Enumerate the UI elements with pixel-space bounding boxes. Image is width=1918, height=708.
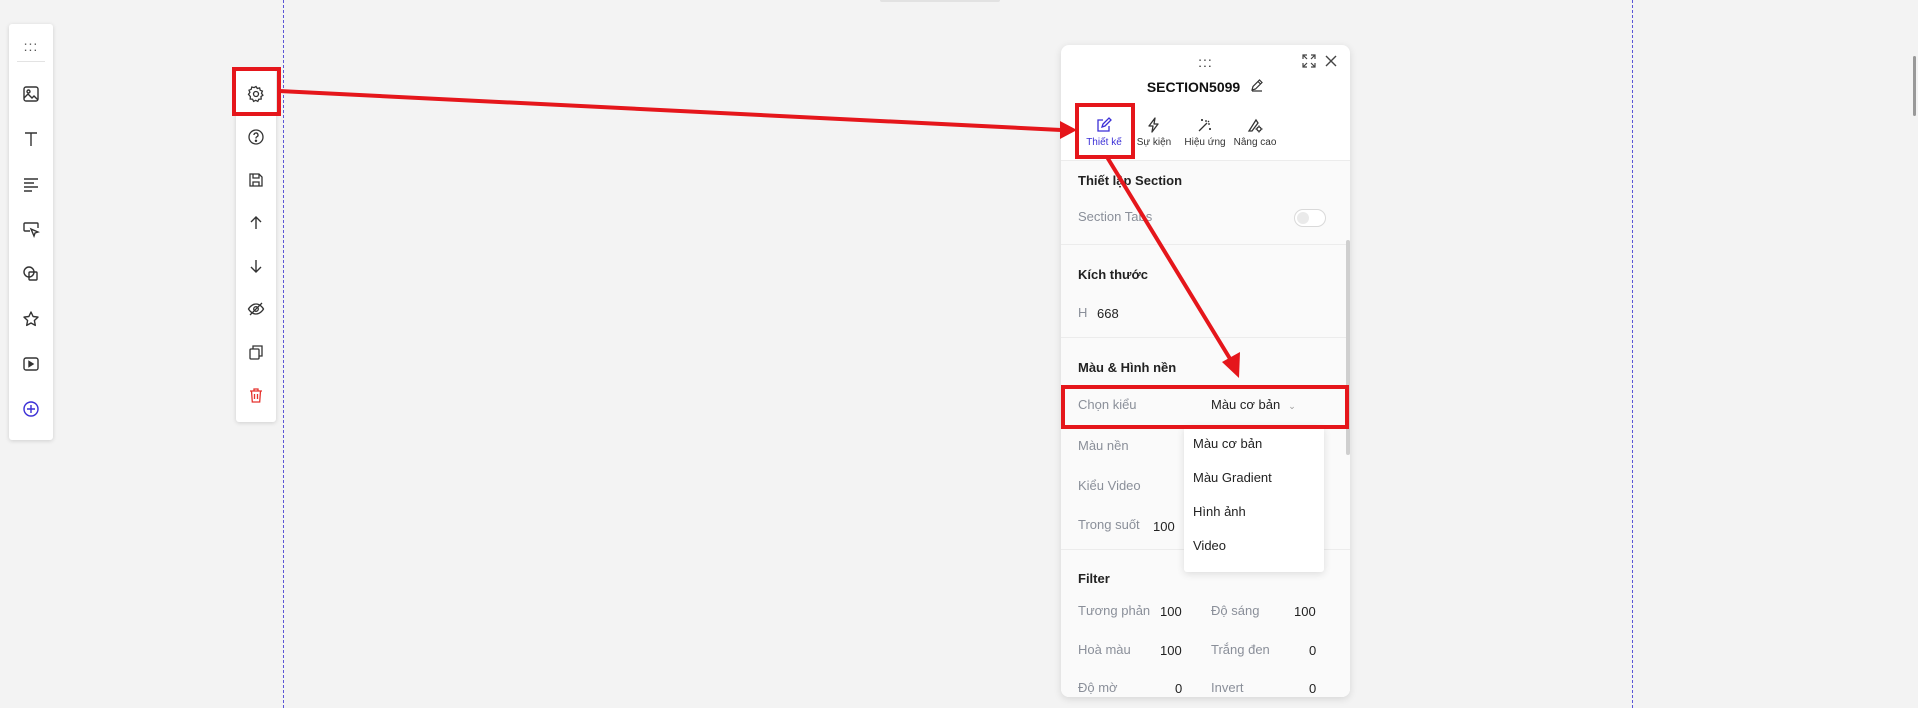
contrast-input[interactable]: 100 [1160, 604, 1182, 619]
tab-effects[interactable]: Hiệu ứng [1180, 111, 1230, 148]
type-dropdown-menu: Màu cơ bản Màu Gradient Hình ảnh Video [1184, 426, 1324, 572]
trash-icon[interactable] [244, 383, 268, 407]
copy-icon[interactable] [244, 340, 268, 364]
brightness-input[interactable]: 100 [1294, 604, 1316, 619]
annotation-overlay [232, 67, 1349, 429]
page-scrollbar[interactable] [1913, 56, 1916, 116]
section-setup-title: Thiết lập Section [1078, 173, 1183, 188]
grayscale-input[interactable]: 0 [1309, 643, 1316, 658]
type-select-value: Màu cơ bản [1211, 397, 1281, 412]
grayscale-label: Trắng đen [1211, 642, 1270, 657]
contrast-label: Tương phản [1078, 603, 1151, 618]
section-settings-panel: ::: SECTION5099 Thiết kế Sự kiện Hiệu ứn… [1061, 45, 1350, 697]
tab-events[interactable]: Sự kiện [1129, 111, 1179, 148]
shapes-icon[interactable] [19, 262, 43, 286]
filter-title: Filter [1078, 571, 1110, 586]
type-select[interactable]: Màu cơ bản ⌄ [1211, 397, 1296, 412]
gear-icon[interactable] [244, 82, 268, 106]
help-icon[interactable] [244, 125, 268, 149]
text-icon[interactable] [19, 127, 43, 151]
toolbar-drag-handle[interactable]: ::: [9, 38, 53, 54]
chevron-down-icon: ⌄ [1288, 401, 1296, 411]
tab-design[interactable]: Thiết kế [1079, 111, 1129, 148]
close-icon[interactable] [1324, 54, 1338, 68]
arrow-line [278, 89, 1062, 132]
rename-pencil-icon[interactable] [1250, 78, 1264, 95]
dropdown-option[interactable]: Màu Gradient [1193, 470, 1272, 485]
panel-title: SECTION5099 [1061, 78, 1350, 95]
magic-wand-icon [1180, 111, 1230, 133]
dropdown-option[interactable]: Hình ảnh [1193, 504, 1246, 519]
invert-input[interactable]: 0 [1309, 681, 1316, 696]
paragraph-icon[interactable] [19, 172, 43, 196]
arrow-down-icon[interactable] [244, 254, 268, 278]
advanced-settings-icon [1230, 111, 1280, 133]
canvas-guide-left [283, 0, 284, 708]
opacity-label: Trong suốt [1078, 517, 1140, 532]
button-cursor-icon[interactable] [19, 217, 43, 241]
section-name: SECTION5099 [1146, 78, 1241, 95]
toolbar-divider [17, 61, 45, 62]
video-icon[interactable] [19, 352, 43, 376]
tab-label: Nâng cao [1233, 137, 1277, 148]
dropdown-option[interactable]: Màu cơ bản [1193, 436, 1262, 451]
lightning-icon [1129, 111, 1179, 133]
height-input[interactable]: 668 [1097, 306, 1119, 321]
height-label: H [1078, 305, 1088, 320]
section-tabs-label: Section Tabs [1078, 209, 1153, 224]
section-toolbar [236, 70, 276, 422]
bg-color-label: Màu nền [1078, 438, 1129, 453]
add-circle-icon[interactable] [19, 397, 43, 421]
dropdown-option[interactable]: Video [1193, 538, 1226, 553]
tab-label: Hiệu ứng [1184, 137, 1226, 148]
save-icon[interactable] [244, 168, 268, 192]
size-title: Kích thước [1078, 267, 1148, 282]
tab-label: Sự kiện [1136, 137, 1172, 148]
saturation-label: Hoà màu [1078, 642, 1131, 657]
divider [1061, 244, 1350, 245]
image-icon[interactable] [19, 82, 43, 106]
arrow-up-icon[interactable] [244, 211, 268, 235]
opacity-input[interactable]: 100 [1153, 519, 1175, 534]
canvas-guide-right [1632, 0, 1633, 708]
edit-icon [1079, 111, 1129, 133]
saturation-input[interactable]: 100 [1160, 643, 1182, 658]
panel-scrollbar[interactable] [1346, 240, 1350, 455]
divider [1061, 337, 1350, 338]
tab-advanced[interactable]: Nâng cao [1230, 111, 1280, 148]
blur-label: Độ mờ [1078, 680, 1118, 695]
tab-label: Thiết kế [1086, 137, 1122, 148]
star-icon[interactable] [19, 307, 43, 331]
top-handle [880, 0, 1000, 2]
type-label: Chọn kiểu [1078, 397, 1137, 412]
brightness-label: Độ sáng [1211, 603, 1260, 618]
eye-off-icon[interactable] [244, 297, 268, 321]
blur-input[interactable]: 0 [1175, 681, 1182, 696]
invert-label: Invert [1211, 680, 1244, 695]
video-type-label: Kiểu Video [1078, 478, 1141, 493]
color-bg-title: Màu & Hình nền [1078, 360, 1177, 375]
element-toolbar: ::: [9, 24, 53, 440]
expand-icon[interactable] [1302, 54, 1316, 68]
section-tabs-toggle[interactable] [1294, 209, 1326, 227]
